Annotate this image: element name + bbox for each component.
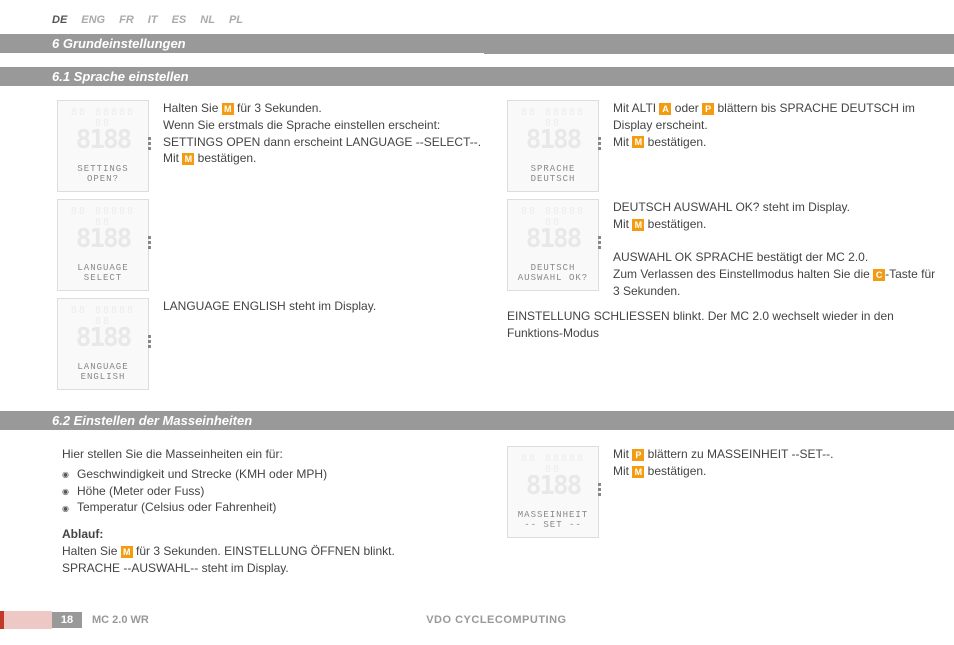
section-62-heading-row: 6.2 Einstellen der Masseinheiten bbox=[0, 411, 954, 430]
t: SETTINGS OPEN dann erscheint LANGUAGE --… bbox=[163, 135, 481, 149]
p-button-icon: P bbox=[702, 103, 714, 115]
col-left-61: 88 88888 88 8188 SETTINGS OPEN? Halten S… bbox=[57, 100, 487, 397]
step-row: 88 88888 88 8188 LANGUAGE SELECT bbox=[57, 199, 487, 291]
t: bestätigen. bbox=[644, 135, 706, 149]
section-61-content: 88 88888 88 8188 SETTINGS OPEN? Halten S… bbox=[0, 100, 954, 397]
step-text: Mit ALTI A oder P blättern bis SPRACHE D… bbox=[613, 100, 937, 150]
lcd-screenshot: 88 88888 88 8188 LANGUAGE SELECT bbox=[57, 199, 149, 291]
t: oder bbox=[671, 101, 702, 115]
bullet-list: Geschwindigkeit und Strecke (KMH oder MP… bbox=[62, 466, 487, 516]
step-text: Mit P blättern zu MASSEINHEIT --SET--. M… bbox=[613, 446, 834, 480]
step-row: 88 88888 88 8188 LANGUAGE ENGLISH LANGUA… bbox=[57, 298, 487, 390]
t: für 3 Sekunden. EINSTELLUNG ÖFFNEN blink… bbox=[133, 544, 395, 558]
lang-it[interactable]: IT bbox=[148, 14, 158, 26]
heading-6: 6 Grundeinstellungen bbox=[0, 34, 484, 53]
m-button-icon: M bbox=[632, 136, 644, 148]
t: SPRACHE --AUSWAHL-- steht im Display. bbox=[62, 561, 289, 575]
ablauf-label: Ablauf: bbox=[62, 526, 487, 543]
t: Mit bbox=[613, 464, 632, 478]
stripe-divider bbox=[484, 34, 954, 54]
m-button-icon: M bbox=[222, 103, 234, 115]
step-row: 88 88888 88 8188 DEUTSCH AUSWAHL OK? DEU… bbox=[507, 199, 937, 300]
lcd-screenshot: 88 88888 88 8188 SPRACHE DEUTSCH bbox=[507, 100, 599, 192]
footer-model: MC 2.0 WR bbox=[82, 612, 159, 628]
t: blättern zu MASSEINHEIT --SET--. bbox=[644, 447, 833, 461]
lcd-screenshot: 88 88888 88 8188 SETTINGS OPEN? bbox=[57, 100, 149, 192]
t: Halten Sie bbox=[163, 101, 222, 115]
t: Wenn Sie erstmals die Sprache einstellen… bbox=[163, 118, 440, 132]
t: Mit bbox=[613, 217, 632, 231]
t: Mit bbox=[613, 447, 632, 461]
list-item: Geschwindigkeit und Strecke (KMH oder MP… bbox=[62, 466, 487, 483]
list-item: Temperatur (Celsius oder Fahrenheit) bbox=[62, 499, 487, 516]
col-right-62: 88 88888 88 8188 MASSEINHEIT -- SET -- M… bbox=[507, 446, 937, 577]
t: für 3 Sekunden. bbox=[234, 101, 322, 115]
language-bar: DE ENG FR IT ES NL PL bbox=[52, 14, 243, 26]
lcd-label: DEUTSCH AUSWAHL OK? bbox=[508, 264, 598, 284]
heading-62: 6.2 Einstellen der Masseinheiten bbox=[0, 411, 954, 430]
t: DEUTSCH AUSWAHL OK? steht im Display. bbox=[613, 200, 850, 214]
m-button-icon: M bbox=[632, 219, 644, 231]
m-button-icon: M bbox=[121, 546, 133, 558]
step-text: DEUTSCH AUSWAHL OK? steht im Display. Mi… bbox=[613, 199, 937, 300]
lcd-label: SPRACHE DEUTSCH bbox=[508, 165, 598, 185]
lang-eng[interactable]: ENG bbox=[81, 14, 105, 26]
lcd-label: SETTINGS OPEN? bbox=[58, 165, 148, 185]
c-button-icon: C bbox=[873, 269, 885, 281]
step-row: 88 88888 88 8188 SPRACHE DEUTSCH Mit ALT… bbox=[507, 100, 937, 192]
col-left-62: Hier stellen Sie die Masseinheiten ein f… bbox=[57, 446, 487, 577]
lang-fr[interactable]: FR bbox=[119, 14, 134, 26]
m-button-icon: M bbox=[182, 153, 194, 165]
lcd-label: LANGUAGE SELECT bbox=[58, 264, 148, 284]
section-61-heading-row: 6.1 Sprache einstellen bbox=[0, 67, 954, 86]
step-text: Halten Sie M für 3 Sekunden. EINSTELLUNG… bbox=[62, 543, 487, 577]
t: bestätigen. bbox=[644, 464, 706, 478]
intro-text: Hier stellen Sie die Masseinheiten ein f… bbox=[62, 446, 487, 463]
lang-nl[interactable]: NL bbox=[200, 14, 215, 26]
t: bestätigen. bbox=[194, 151, 256, 165]
t: Halten Sie bbox=[62, 544, 121, 558]
lang-de[interactable]: DE bbox=[52, 14, 67, 26]
t: AUSWAHL OK SPRACHE bestätigt der MC 2.0. bbox=[613, 250, 868, 264]
t: Zum Verlassen des Einstellmodus halten S… bbox=[613, 267, 873, 281]
section-62-content: Hier stellen Sie die Masseinheiten ein f… bbox=[0, 446, 954, 577]
step-row: 88 88888 88 8188 SETTINGS OPEN? Halten S… bbox=[57, 100, 487, 192]
footer-brand: VDO CYCLECOMPUTING bbox=[159, 614, 834, 626]
footer: 18 MC 2.0 WR VDO CYCLECOMPUTING bbox=[0, 611, 954, 629]
t: Mit ALTI bbox=[613, 101, 659, 115]
t: Mit bbox=[163, 151, 182, 165]
heading-61: 6.1 Sprache einstellen bbox=[0, 67, 954, 86]
lang-es[interactable]: ES bbox=[172, 14, 187, 26]
step-text: Halten Sie M für 3 Sekunden. Wenn Sie er… bbox=[163, 100, 481, 167]
t: bestätigen. bbox=[644, 217, 706, 231]
p-button-icon: P bbox=[632, 449, 644, 461]
page-number: 18 bbox=[52, 612, 82, 628]
step-text: LANGUAGE ENGLISH steht im Display. bbox=[163, 298, 376, 315]
lcd-screenshot: 88 88888 88 8188 MASSEINHEIT -- SET -- bbox=[507, 446, 599, 538]
lcd-screenshot: 88 88888 88 8188 LANGUAGE ENGLISH bbox=[57, 298, 149, 390]
lcd-label: MASSEINHEIT -- SET -- bbox=[508, 511, 598, 531]
lcd-screenshot: 88 88888 88 8188 DEUTSCH AUSWAHL OK? bbox=[507, 199, 599, 291]
step-text: EINSTELLUNG SCHLIESSEN blinkt. Der MC 2.… bbox=[507, 308, 937, 342]
lang-pl[interactable]: PL bbox=[229, 14, 243, 26]
a-button-icon: A bbox=[659, 103, 671, 115]
m-button-icon: M bbox=[632, 466, 644, 478]
t: Mit bbox=[613, 135, 632, 149]
lcd-label: LANGUAGE ENGLISH bbox=[58, 363, 148, 383]
step-row: 88 88888 88 8188 MASSEINHEIT -- SET -- M… bbox=[507, 446, 937, 538]
list-item: Höhe (Meter oder Fuss) bbox=[62, 483, 487, 500]
col-right-61: 88 88888 88 8188 SPRACHE DEUTSCH Mit ALT… bbox=[507, 100, 937, 397]
